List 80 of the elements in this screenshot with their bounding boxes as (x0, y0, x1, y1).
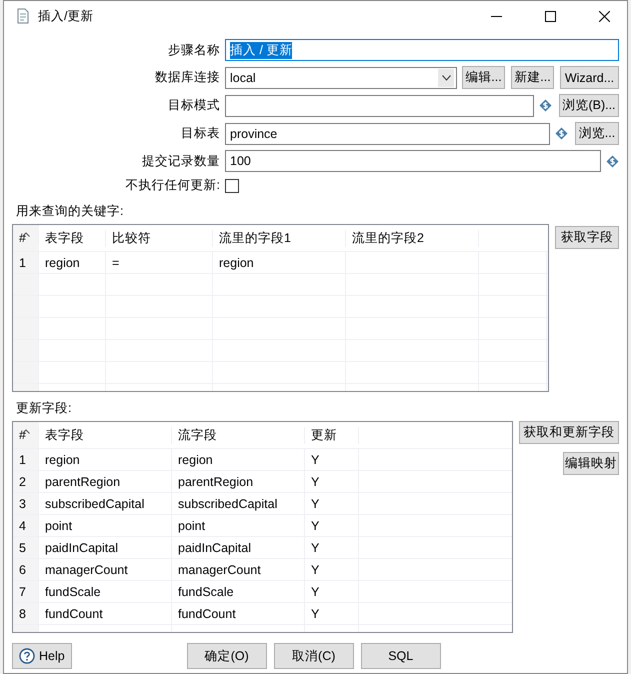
table-cell: parentRegion (45, 474, 120, 488)
maximize-icon (544, 10, 556, 22)
table-cell: Y (311, 496, 320, 510)
field-label: 提交记录数量 (141, 152, 220, 170)
field-label: 目标表 (180, 125, 220, 142)
toolbar-button[interactable]: 编辑... (462, 66, 505, 89)
table-cell: subscribedCapital (45, 496, 144, 510)
row-number: 5 (19, 540, 26, 554)
step-name-field[interactable]: 插入 / 更新 (225, 39, 619, 61)
table-cell: subscribedCapital (178, 496, 278, 510)
table-cell: = (112, 256, 120, 270)
checkbox[interactable] (225, 178, 239, 192)
variable-icon (555, 127, 568, 140)
field-label: 不执行任何更新: (124, 177, 220, 194)
column-header[interactable]: 流字段 (178, 426, 217, 444)
column-header[interactable]: 更新 (311, 426, 337, 444)
edit-mapping-button[interactable]: 编辑映射 (563, 452, 619, 475)
table-cell: point (45, 518, 72, 532)
table-cell: paidInCapital (178, 540, 251, 554)
table-cell: Y (311, 452, 320, 466)
field-label: 数据库连接 (154, 69, 220, 86)
column-header[interactable]: # (19, 428, 26, 442)
row-number: 8 (19, 606, 26, 620)
browse-button[interactable]: 浏览... (575, 122, 619, 145)
window-title: 插入/更新 (38, 8, 94, 24)
section-label: 用来查询的关键字: (16, 203, 124, 220)
table-cell: paidInCapital (45, 540, 118, 554)
table-cell: fundCount (45, 606, 103, 620)
table-cell: managerCount (178, 562, 261, 576)
row-number: 4 (19, 518, 26, 532)
variable-icon (539, 99, 552, 112)
variable-icon (606, 154, 619, 168)
table-cell: fundCount (178, 606, 236, 620)
chevron-down-icon (442, 74, 450, 80)
table-cell: Y (311, 562, 320, 576)
target-table-field[interactable]: province (225, 122, 550, 144)
commit-size-field[interactable]: 100 (225, 150, 601, 172)
row-number: 7 (19, 584, 26, 598)
table-cell: Y (311, 584, 320, 598)
table-cell: Y (311, 474, 320, 488)
connection-dropdown[interactable]: local (225, 66, 457, 88)
dialog-button[interactable]: SQL (360, 643, 441, 669)
row-number: 2 (19, 474, 26, 488)
section-label: 更新字段: (16, 400, 72, 417)
table-cell: Y (311, 518, 320, 532)
column-header[interactable]: 表字段 (45, 426, 84, 444)
column-header[interactable]: 表字段 (45, 230, 84, 246)
get-update-fields-button[interactable]: 获取和更新字段 (519, 421, 619, 444)
column-header[interactable]: # (19, 231, 26, 245)
table-cell: fundScale (178, 584, 234, 598)
table-cell: region (219, 256, 254, 270)
get-fields-button[interactable]: 获取字段 (555, 226, 619, 249)
table-cell: Y (311, 606, 320, 620)
row-number: 3 (19, 496, 26, 510)
table-cell: fundScale (45, 584, 101, 598)
row-number: 1 (19, 452, 26, 466)
dialog-button[interactable]: 取消(C) (274, 643, 354, 669)
help-button[interactable]: Help (12, 643, 72, 669)
table-cell: region (178, 452, 213, 466)
close-icon (598, 10, 610, 22)
table-cell: point (178, 518, 206, 532)
browse-button[interactable]: 浏览(B)... (559, 94, 619, 117)
table-cell: Y (311, 540, 320, 554)
target-schema-field[interactable] (225, 94, 534, 116)
column-header[interactable]: 流里的字段2 (352, 230, 424, 246)
row-number: 1 (19, 256, 26, 270)
field-label: 步骤名称 (167, 42, 220, 58)
table-cell: region (45, 452, 80, 466)
toolbar-button[interactable]: Wizard... (560, 66, 619, 89)
help-icon (19, 648, 35, 664)
dialog-button[interactable]: 确定(O) (186, 643, 267, 669)
column-header[interactable]: 比较符 (112, 230, 151, 246)
toolbar-button[interactable]: 新建... (511, 66, 554, 89)
document-icon (16, 8, 30, 24)
row-number: 6 (19, 562, 26, 576)
table-cell: region (45, 256, 80, 270)
table-cell: parentRegion (178, 474, 254, 488)
table-cell: managerCount (45, 562, 128, 576)
column-header[interactable]: 流里的字段1 (219, 230, 291, 246)
field-label: 目标模式 (167, 97, 220, 114)
